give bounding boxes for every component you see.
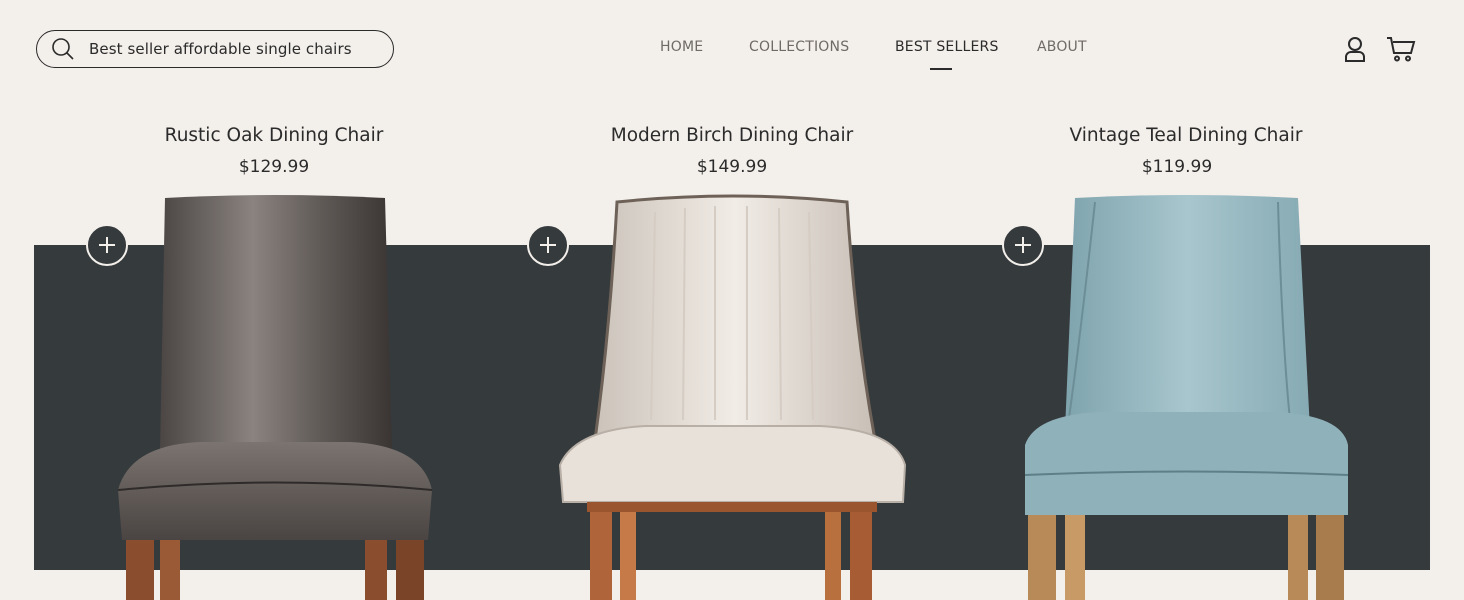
product-image-modern-birch-chair[interactable]	[555, 190, 910, 600]
nav-best-sellers[interactable]: BEST SELLERS	[895, 39, 999, 55]
nav-about[interactable]: ABOUT	[1037, 39, 1087, 55]
nav-collections[interactable]: COLLECTIONS	[749, 39, 849, 55]
cart-icon[interactable]	[1386, 34, 1416, 64]
user-icon[interactable]	[1340, 34, 1370, 64]
plus-icon	[1015, 237, 1031, 253]
active-nav-indicator	[930, 68, 952, 70]
product-title[interactable]: Modern Birch Dining Chair	[611, 125, 853, 146]
product-image-vintage-teal-chair[interactable]	[1020, 190, 1355, 600]
product-image-rustic-oak-chair[interactable]	[110, 190, 440, 600]
product-price: $119.99	[1141, 157, 1213, 177]
add-to-cart-button[interactable]	[1002, 224, 1044, 266]
product-title[interactable]: Rustic Oak Dining Chair	[165, 125, 384, 146]
add-to-cart-button[interactable]	[527, 224, 569, 266]
product-price: $149.99	[696, 157, 768, 177]
nav-home[interactable]: HOME	[660, 39, 703, 55]
product-title[interactable]: Vintage Teal Dining Chair	[1070, 125, 1303, 146]
plus-icon	[540, 237, 556, 253]
product-price: $129.99	[238, 157, 310, 177]
plus-icon	[99, 237, 115, 253]
main-nav: HOME COLLECTIONS BEST SELLERS ABOUT	[0, 39, 1464, 79]
add-to-cart-button[interactable]	[86, 224, 128, 266]
